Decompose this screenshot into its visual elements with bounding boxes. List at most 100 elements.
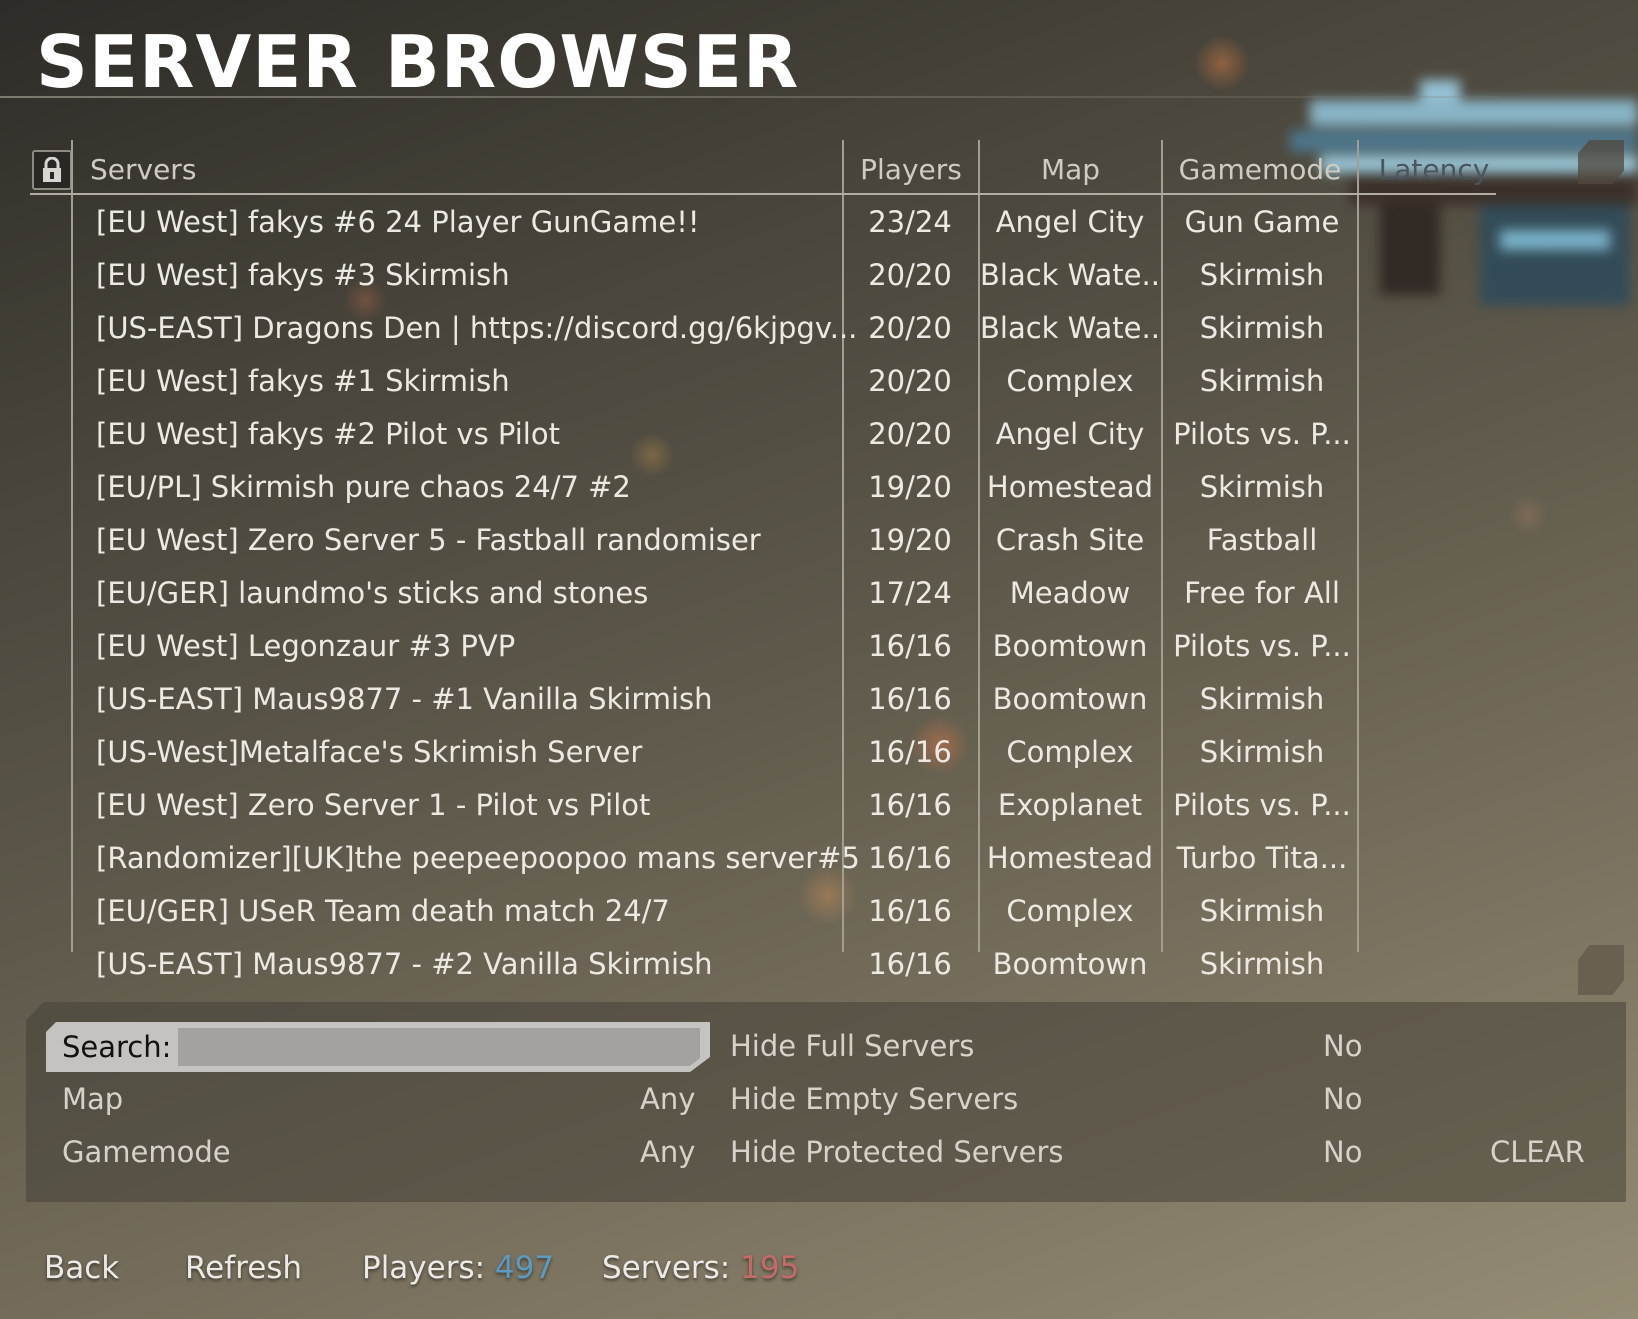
server-name: [EU West] Zero Server 1 - Pilot vs Pilot (96, 788, 651, 822)
map-filter-value[interactable]: Any (640, 1082, 695, 1116)
server-gamemode: Pilots vs. P... (1173, 788, 1351, 822)
server-row[interactable]: [EU/GER] laundmo's sticks and stones 17/… (72, 567, 1452, 620)
server-players: 16/16 (868, 629, 952, 663)
server-row[interactable]: [EU West] fakys #1 Skirmish 20/20 Comple… (72, 355, 1452, 408)
server-row[interactable]: [US-West]Metalface's Skrimish Server 16/… (72, 726, 1452, 779)
servers-count: 195 (740, 1250, 800, 1286)
server-map: Black Wate... (980, 311, 1160, 345)
server-table: Servers Players Map Gamemode Latency [EU… (30, 140, 1570, 1000)
gamemode-filter-label[interactable]: Gamemode (62, 1135, 231, 1169)
search-input[interactable] (178, 1028, 700, 1066)
server-map: Boomtown (992, 682, 1148, 716)
server-map: Complex (1006, 364, 1134, 398)
hide-empty-servers-toggle[interactable]: No (1323, 1082, 1362, 1116)
server-map: Black Wate... (980, 258, 1160, 292)
server-name: [EU/GER] laundmo's sticks and stones (96, 576, 649, 610)
server-map: Complex (1006, 894, 1134, 928)
server-row[interactable]: [Randomizer][UK]the peepeepoopoo mans se… (72, 832, 1452, 885)
server-row[interactable]: [US-EAST] Maus9877 - #1 Vanilla Skirmish… (72, 673, 1452, 726)
server-name: [EU West] fakys #6 24 Player GunGame!! (96, 205, 700, 239)
search-field[interactable]: Search: (46, 1022, 710, 1072)
server-players: 16/16 (868, 841, 952, 875)
server-map: Homestead (986, 841, 1154, 875)
server-players: 19/20 (868, 470, 952, 504)
server-players: 16/16 (868, 947, 952, 981)
server-row[interactable]: [EU West] Legonzaur #3 PVP 16/16 Boomtow… (72, 620, 1452, 673)
server-gamemode: Skirmish (1199, 682, 1325, 716)
server-gamemode: Skirmish (1199, 258, 1325, 292)
server-gamemode: Skirmish (1199, 311, 1325, 345)
hide-empty-servers-label[interactable]: Hide Empty Servers (730, 1082, 1018, 1116)
server-name: [Randomizer][UK]the peepeepoopoo mans se… (96, 841, 860, 875)
server-players: 20/20 (868, 258, 952, 292)
scroll-down-button[interactable] (1578, 945, 1624, 995)
server-map: Boomtown (992, 629, 1148, 663)
gamemode-filter-value[interactable]: Any (640, 1135, 695, 1169)
server-gamemode: Skirmish (1199, 364, 1325, 398)
password-filter-toggle[interactable] (32, 150, 72, 190)
column-header-servers[interactable]: Servers (90, 140, 490, 194)
server-players: 19/20 (868, 523, 952, 557)
column-header-map[interactable]: Map (980, 140, 1161, 194)
scroll-up-button[interactable] (1578, 140, 1624, 184)
server-gamemode: Pilots vs. P... (1173, 629, 1351, 663)
column-header-gamemode[interactable]: Gamemode (1163, 140, 1357, 194)
server-players: 20/20 (868, 417, 952, 451)
server-row[interactable]: [EU/GER] USeR Team death match 24/7 16/1… (72, 885, 1452, 938)
server-name: [EU West] fakys #3 Skirmish (96, 258, 510, 292)
hide-full-servers-toggle[interactable]: No (1323, 1029, 1362, 1063)
search-label: Search: (62, 1030, 172, 1064)
server-map: Meadow (1009, 576, 1131, 610)
title-divider (0, 96, 1500, 98)
players-count: 497 (494, 1250, 555, 1286)
server-name: [EU West] fakys #1 Skirmish (96, 364, 510, 398)
clear-filters-button[interactable]: CLEAR (1490, 1135, 1585, 1169)
server-gamemode: Pilots vs. P... (1173, 417, 1351, 451)
map-filter-label[interactable]: Map (62, 1082, 123, 1116)
server-row[interactable]: [EU/PL] Skirmish pure chaos 24/7 #2 19/2… (72, 461, 1452, 514)
page-title: SERVER BROWSER (36, 20, 800, 104)
server-gamemode: Skirmish (1199, 894, 1325, 928)
server-row[interactable]: [EU West] fakys #6 24 Player GunGame!! 2… (72, 196, 1452, 249)
server-row[interactable]: [EU West] Zero Server 1 - Pilot vs Pilot… (72, 779, 1452, 832)
hide-protected-servers-label[interactable]: Hide Protected Servers (730, 1135, 1064, 1169)
server-map: Exoplanet (997, 788, 1143, 822)
server-row[interactable]: [US-EAST] Dragons Den | https://discord.… (72, 302, 1452, 355)
players-stat-label: Players: (362, 1250, 486, 1286)
server-name: [EU West] Zero Server 5 - Fastball rando… (96, 523, 761, 557)
server-players: 20/20 (868, 364, 952, 398)
servers-stat: Servers: 195 (602, 1250, 799, 1286)
column-header-latency[interactable]: Latency (1359, 140, 1509, 194)
server-name: [EU West] fakys #2 Pilot vs Pilot (96, 417, 560, 451)
server-row[interactable]: [EU West] Zero Server 5 - Fastball rando… (72, 514, 1452, 567)
server-gamemode: Skirmish (1199, 947, 1325, 981)
server-row[interactable]: [US-EAST] Maus9877 - #2 Vanilla Skirmish… (72, 938, 1452, 991)
hide-protected-servers-toggle[interactable]: No (1323, 1135, 1362, 1169)
server-map: Homestead (986, 470, 1154, 504)
players-stat: Players: 497 (362, 1250, 554, 1286)
server-players: 16/16 (868, 894, 952, 928)
server-row[interactable]: [EU West] fakys #3 Skirmish 20/20 Black … (72, 249, 1452, 302)
server-map: Complex (1006, 735, 1134, 769)
server-map: Boomtown (992, 947, 1148, 981)
server-gamemode: Fastball (1206, 523, 1318, 557)
hide-full-servers-label[interactable]: Hide Full Servers (730, 1029, 974, 1063)
server-map: Angel City (995, 205, 1145, 239)
server-players: 16/16 (868, 735, 952, 769)
server-name: [EU/PL] Skirmish pure chaos 24/7 #2 (96, 470, 631, 504)
server-name: [US-EAST] Maus9877 - #2 Vanilla Skirmish (96, 947, 713, 981)
back-button[interactable]: Back (44, 1250, 119, 1286)
server-gamemode: Skirmish (1199, 735, 1325, 769)
server-name: [EU/GER] USeR Team death match 24/7 (96, 894, 670, 928)
server-row[interactable]: [EU West] fakys #2 Pilot vs Pilot 20/20 … (72, 408, 1452, 461)
server-name: [EU West] Legonzaur #3 PVP (96, 629, 516, 663)
column-header-players[interactable]: Players (844, 140, 978, 194)
server-map: Angel City (995, 417, 1145, 451)
refresh-button[interactable]: Refresh (185, 1250, 302, 1286)
server-players: 20/20 (868, 311, 952, 345)
lock-icon (43, 157, 61, 182)
server-players: 16/16 (868, 788, 952, 822)
server-name: [US-EAST] Maus9877 - #1 Vanilla Skirmish (96, 682, 713, 716)
server-players: 23/24 (868, 205, 952, 239)
server-gamemode: Skirmish (1199, 470, 1325, 504)
